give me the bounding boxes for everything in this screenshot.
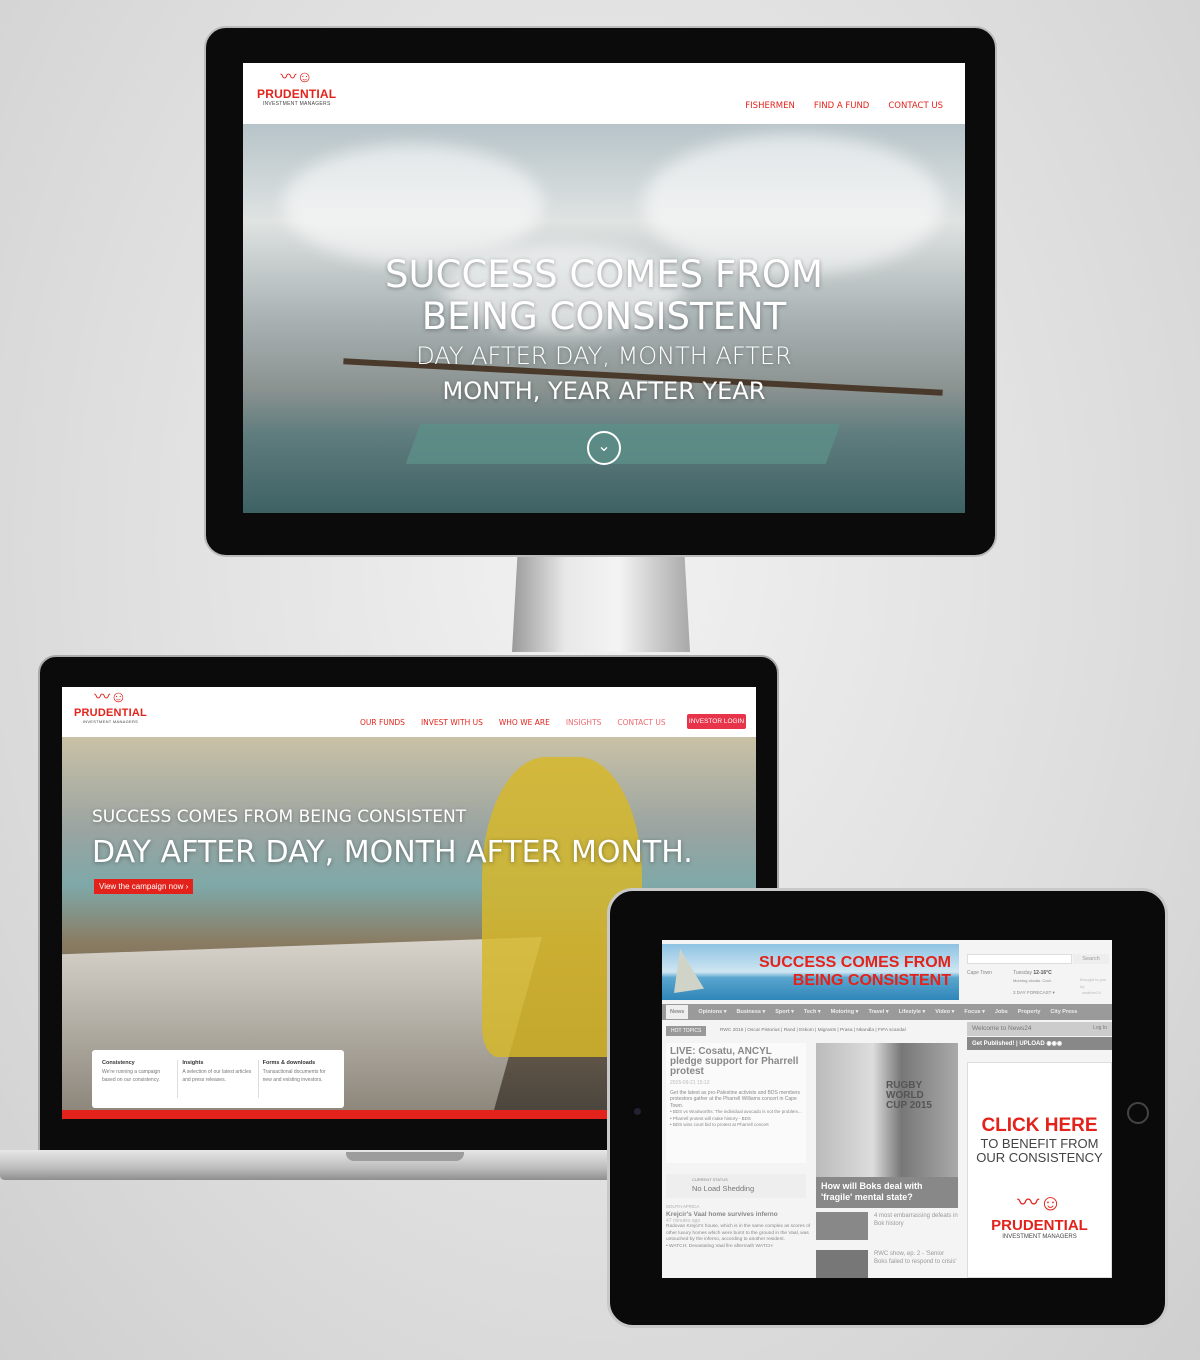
nav-our-funds[interactable]: OUR FUNDS (360, 718, 405, 727)
nav-business[interactable]: Business ▾ (737, 1009, 766, 1015)
nav-property[interactable]: Property (1018, 1009, 1041, 1015)
main-nav: News Opinions ▾ Business ▾ Sport ▾ Tech … (662, 1004, 1112, 1020)
home-button[interactable] (1127, 1102, 1149, 1124)
banner-line-2: BEING CONSISTENT (792, 972, 951, 989)
prudential-logo[interactable]: 〰☺ PRUDENTIAL INVESTMENT MANAGERS (74, 689, 147, 724)
hero-image: SUCCESS COMES FROM BEING CONSISTENT DAY … (243, 124, 965, 513)
nav-jobs[interactable]: Jobs (995, 1009, 1008, 1015)
lead-story[interactable]: LIVE: Cosatu, ANCYL pledge support for P… (666, 1043, 806, 1163)
banner-line-1: SUCCESS COMES FROM (758, 954, 951, 971)
weather-desc: Morning clouds. Cool. (1013, 978, 1052, 983)
nav-contact-us[interactable]: CONTACT US (617, 718, 665, 727)
weather-brought: Brought to you by: (1080, 977, 1107, 989)
search-button[interactable]: Search (1073, 954, 1109, 964)
nav-tech[interactable]: Tech ▾ (804, 1009, 821, 1015)
logo-face-icon: 〰☺ (94, 689, 127, 706)
get-published-link[interactable]: Get Published! (972, 1041, 1014, 1047)
feature-caption: How will Boks deal with 'fragile' mental… (816, 1177, 958, 1208)
forecast-link[interactable]: 3 DAY FORECAST ▾ (1013, 990, 1055, 997)
hero-heading: SUCCESS COMES FROM BEING CONSISTENT (92, 807, 467, 827)
weather-city: Cape Town (967, 970, 992, 976)
laptop-notch (346, 1152, 464, 1161)
scroll-down-chevron-icon[interactable]: ⌄ (587, 431, 621, 465)
hot-topics-label: HOT TOPICS (666, 1026, 707, 1036)
upload-link[interactable]: UPLOAD (1019, 1041, 1044, 1047)
camera-icon (634, 1108, 641, 1115)
nav-contact-us[interactable]: CONTACT US (888, 101, 943, 111)
prudential-logo[interactable]: 〰☺ PRUDENTIAL INVESTMENT MANAGERS (257, 69, 336, 107)
hero-heading-1: SUCCESS COMES FROM (385, 253, 823, 296)
nav-video[interactable]: Video ▾ (935, 1009, 954, 1015)
logo-face-icon: 〰☺ (280, 69, 313, 86)
hero-sub-1: DAY AFTER DAY, MONTH AFTER (416, 342, 792, 370)
nav-who-we-are[interactable]: WHO WE ARE (499, 718, 550, 727)
nav-fishermen[interactable]: FISHERMEN (745, 101, 795, 111)
prudential-ad[interactable]: CLICK HERE TO BENEFIT FROM OUR CONSISTEN… (967, 1062, 1112, 1278)
tablet-screen: SUCCESS COMES FROM BEING CONSISTENT Sear… (662, 940, 1112, 1278)
site-header: 〰☺ PRUDENTIAL INVESTMENT MANAGERS FISHER… (243, 63, 965, 124)
boat-hull (405, 424, 841, 464)
hot-topics-links[interactable]: RWC 2015 | Oscar Pistorius | Rand | Esko… (720, 1028, 906, 1035)
hero-sub-2: MONTH, YEAR AFTER YEAR (442, 377, 766, 405)
publish-bar: Get Published! | UPLOAD ◉◉◉ (967, 1037, 1112, 1050)
nav-invest-with-us[interactable]: INVEST WITH US (421, 718, 483, 727)
monitor-stand (512, 557, 690, 652)
card-consistency[interactable]: Consistency We're running a campaign base… (98, 1060, 179, 1098)
tablet: SUCCESS COMES FROM BEING CONSISTENT Sear… (607, 888, 1168, 1328)
nav-travel[interactable]: Travel ▾ (868, 1009, 888, 1015)
hero-heading-2: BEING CONSISTENT (421, 295, 787, 338)
login-link[interactable]: Log In (1093, 1025, 1107, 1031)
story-item[interactable]: SOUTH AFRICA Krejcir's Vaal home survive… (666, 1204, 811, 1250)
nav-find-a-fund[interactable]: FIND A FUND (814, 101, 870, 111)
nav-lifestyle[interactable]: Lifestyle ▾ (899, 1009, 926, 1015)
welcome-bar: Welcome to News24 Log In (967, 1022, 1112, 1036)
load-shedding-status[interactable]: CURRENT STATUS No Load Shedding (666, 1174, 806, 1198)
nav-news[interactable]: News (666, 1005, 689, 1019)
nav-insights[interactable]: INSIGHTS (566, 718, 602, 727)
investor-login-button[interactable]: INVESTOR LOGIN (687, 714, 746, 729)
nav-sport[interactable]: Sport ▾ (775, 1009, 794, 1015)
hero-subheading: DAY AFTER DAY, MONTH AFTER MONTH. (92, 835, 693, 870)
card-forms-downloads[interactable]: Forms & downloads Transactional documents… (259, 1060, 338, 1098)
ad-banner[interactable]: SUCCESS COMES FROM BEING CONSISTENT (662, 944, 959, 1000)
sail-icon (674, 949, 704, 993)
nav-motoring[interactable]: Motoring ▾ (831, 1009, 859, 1015)
view-campaign-button[interactable]: View the campaign now › (94, 879, 194, 894)
weather-sponsor: weather24 (1082, 990, 1101, 995)
desktop-monitor: 〰☺ PRUDENTIAL INVESTMENT MANAGERS FISHER… (204, 26, 997, 557)
info-cards: Consistency We're running a campaign base… (92, 1050, 344, 1108)
feature-photo[interactable]: RUGBY WORLD CUP 2015 How will Boks deal … (816, 1043, 958, 1208)
monitor-screen: 〰☺ PRUDENTIAL INVESTMENT MANAGERS FISHER… (243, 63, 965, 513)
card-insights[interactable]: Insights A selection of our latest articl… (178, 1060, 259, 1098)
nav-focus[interactable]: Focus ▾ (964, 1009, 985, 1015)
site-header: 〰☺ PRUDENTIAL INVESTMENT MANAGERS OUR FU… (62, 687, 756, 737)
logo-face-icon: 〰☺ (1017, 1190, 1062, 1215)
nav-city-press[interactable]: City Press (1050, 1009, 1077, 1015)
nav-opinions[interactable]: Opinions ▾ (698, 1009, 726, 1015)
search-input[interactable] (967, 954, 1072, 964)
